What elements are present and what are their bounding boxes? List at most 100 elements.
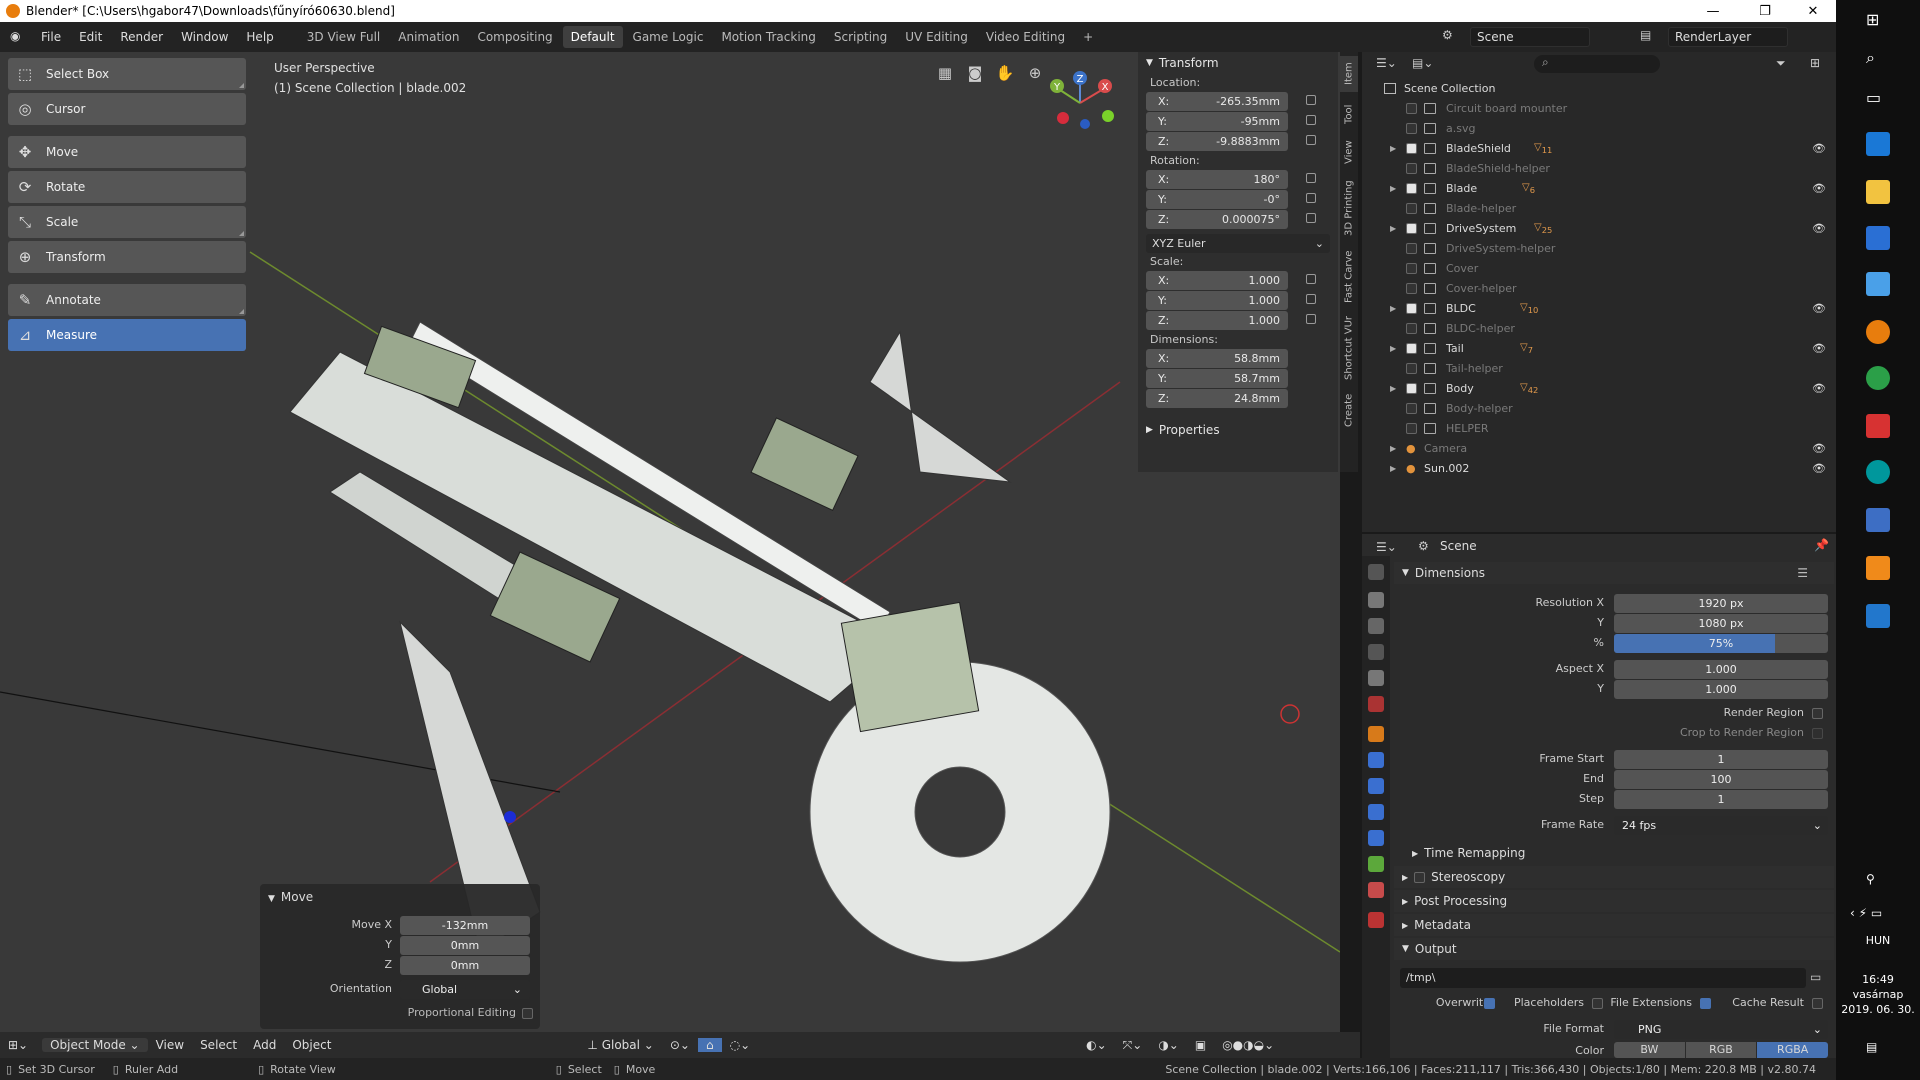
collection-checkbox[interactable] <box>1406 202 1417 214</box>
foxit-reader-icon[interactable] <box>1866 414 1890 438</box>
frame-step-field[interactable]: 1 <box>1614 790 1828 809</box>
task-view-icon[interactable]: ▭ <box>1866 88 1890 112</box>
rotation-y-field[interactable]: Y: -0° <box>1146 190 1316 209</box>
particles-icon[interactable] <box>1368 778 1384 794</box>
folder-icon[interactable]: ▭ <box>1810 970 1821 984</box>
menu-file[interactable]: File <box>32 30 70 44</box>
material-icon[interactable] <box>1368 882 1384 898</box>
visibility-eye-icon[interactable]: 👁 <box>1812 462 1826 475</box>
scale-x-field[interactable]: X: 1.000 <box>1146 271 1316 290</box>
location-y-field[interactable]: Y: -95mm <box>1146 112 1316 131</box>
xray-icon[interactable]: ▣ <box>1187 1038 1214 1052</box>
dimensions-x-field[interactable]: X: 58.8mm <box>1146 349 1288 368</box>
calendar-app-icon[interactable] <box>1866 226 1890 250</box>
render-icon[interactable] <box>1368 592 1384 608</box>
maximize-icon[interactable]: ❐ <box>1742 0 1788 22</box>
outliner-collection-row[interactable]: BladeShield-helper <box>1362 158 1836 178</box>
tab-create[interactable]: Create <box>1340 388 1358 432</box>
collection-checkbox[interactable] <box>1406 302 1417 314</box>
tab-default[interactable]: Default <box>562 26 623 48</box>
dimensions-z-field[interactable]: Z: 24.8mm <box>1146 389 1288 408</box>
pin-icon[interactable]: 📌 <box>1814 538 1829 552</box>
outliner-collection-row[interactable]: Circuit board mounter <box>1362 98 1836 118</box>
language-indicator[interactable]: HUN <box>1836 934 1920 947</box>
outliner-collection-row[interactable]: ▶ Body ▽42 👁 <box>1362 378 1836 398</box>
menu-edit[interactable]: Edit <box>70 30 111 44</box>
render-layer-selector[interactable]: RenderLayer <box>1668 27 1788 47</box>
menu-help[interactable]: Help <box>237 30 282 44</box>
menu-add[interactable]: Add <box>245 1038 284 1052</box>
scale-y-field[interactable]: Y: 1.000 <box>1146 291 1316 310</box>
file-explorer-icon[interactable] <box>1866 180 1890 204</box>
scene-icon[interactable]: ⚙ <box>1442 28 1453 42</box>
visibility-eye-icon[interactable]: 👁 <box>1812 342 1826 355</box>
vlc-icon[interactable] <box>1866 556 1890 580</box>
aspect-y-field[interactable]: 1.000 <box>1614 680 1828 699</box>
collection-checkbox[interactable] <box>1406 362 1417 374</box>
menu-object[interactable]: Object <box>284 1038 339 1052</box>
outliner-collection-row[interactable]: ▶ Blade ▽6 👁 <box>1362 178 1836 198</box>
rotation-x-field[interactable]: X: 180° <box>1146 170 1316 189</box>
tab-scripting[interactable]: Scripting <box>826 26 895 48</box>
frame-rate-select[interactable]: 24 fps ⌄ <box>1614 816 1828 835</box>
overlay-icon[interactable]: ◑⌄ <box>1150 1038 1187 1052</box>
snap-icon[interactable]: ⌂ <box>697 1038 722 1052</box>
tool-move[interactable]: ✥ Move <box>8 136 246 168</box>
proportional-icon[interactable]: ◌⌄ <box>722 1038 759 1052</box>
edge-browser-icon[interactable] <box>1866 132 1890 156</box>
tool-settings-icon[interactable] <box>1368 564 1384 580</box>
gizmo-toggle-icon[interactable]: ⤧⌄ <box>1115 1038 1151 1053</box>
collection-checkbox[interactable] <box>1406 142 1417 154</box>
physics-icon[interactable] <box>1368 804 1384 820</box>
cache-result-checkbox[interactable] <box>1812 998 1823 1009</box>
outliner-collection-row[interactable]: a.svg <box>1362 118 1836 138</box>
notification-icon[interactable]: ▤ <box>1866 1040 1877 1054</box>
transform-header[interactable]: ▼ Transform <box>1138 52 1338 74</box>
outliner-search-input[interactable]: ⌕ <box>1534 55 1660 73</box>
expand-arrow-icon[interactable]: ▶ <box>1390 224 1396 233</box>
expand-arrow-icon[interactable]: ▶ <box>1390 344 1396 353</box>
crop-region-checkbox[interactable] <box>1812 728 1823 739</box>
tab-game-logic[interactable]: Game Logic <box>625 26 712 48</box>
expand-arrow-icon[interactable]: ▶ <box>1390 464 1396 473</box>
collection-checkbox[interactable] <box>1406 422 1417 434</box>
filter-icon[interactable]: ⏷ <box>1776 56 1786 71</box>
scene-icon[interactable] <box>1368 670 1384 686</box>
tab-compositing[interactable]: Compositing <box>469 26 560 48</box>
color-rgba-button[interactable]: RGBA <box>1757 1042 1829 1058</box>
network-app-icon[interactable] <box>1866 508 1890 532</box>
scale-z-field[interactable]: Z: 1.000 <box>1146 311 1316 330</box>
search-icon[interactable]: ⌕ <box>1866 48 1890 72</box>
outliner-collection-row[interactable]: BLDC-helper <box>1362 318 1836 338</box>
constraints-icon[interactable] <box>1368 830 1384 846</box>
outliner-collection-row[interactable]: Body-helper <box>1362 398 1836 418</box>
color-rgb-button[interactable]: RGB <box>1685 1042 1757 1058</box>
outliner-type-icon[interactable]: ☰⌄ <box>1376 56 1397 70</box>
navigation-gizmo[interactable]: Z X Y <box>1045 68 1115 138</box>
taskbar-clock[interactable]: 16:49 vasárnap 2019. 06. 30. <box>1836 972 1920 1017</box>
visibility-eye-icon[interactable]: 👁 <box>1812 382 1826 395</box>
display-mode-icon[interactable]: ▤⌄ <box>1412 56 1433 70</box>
time-remapping-subpanel[interactable]: ▶ Time Remapping <box>1404 842 1834 864</box>
menu-render[interactable]: Render <box>111 30 172 44</box>
stereoscopy-section[interactable]: ▶ Stereoscopy <box>1394 866 1834 888</box>
tab-tool[interactable]: Tool <box>1340 96 1358 132</box>
location-z-field[interactable]: Z: -9.8883mm <box>1146 132 1316 151</box>
tab-motion-tracking[interactable]: Motion Tracking <box>713 26 823 48</box>
dimensions-y-field[interactable]: Y: 58.7mm <box>1146 369 1288 388</box>
blender-taskbar-icon[interactable] <box>1866 320 1890 344</box>
collection-checkbox[interactable] <box>1406 182 1417 194</box>
shading-icon[interactable]: ◎●◑◒⌄ <box>1214 1038 1282 1052</box>
3d-builder-icon[interactable] <box>1866 272 1890 296</box>
tab-video-editing[interactable]: Video Editing <box>978 26 1073 48</box>
new-collection-icon[interactable]: ⊞ <box>1810 56 1820 70</box>
world-icon[interactable] <box>1368 696 1384 712</box>
menu-window[interactable]: Window <box>172 30 237 44</box>
frame-start-field[interactable]: 1 <box>1614 750 1828 769</box>
output-path-input[interactable]: /tmp\ <box>1400 968 1806 988</box>
output-icon[interactable] <box>1368 618 1384 634</box>
chrome-icon[interactable] <box>1866 366 1890 390</box>
transform-orientation-select[interactable]: ⊥ Global ⌄ <box>579 1038 661 1052</box>
editor-type-icon[interactable]: ⊞⌄ <box>0 1038 36 1052</box>
collection-checkbox[interactable] <box>1406 382 1417 394</box>
